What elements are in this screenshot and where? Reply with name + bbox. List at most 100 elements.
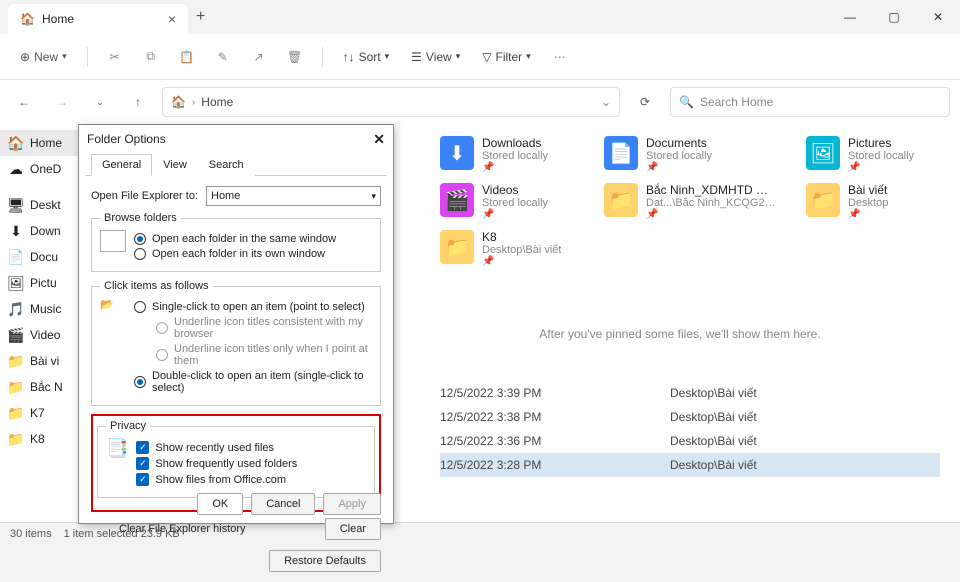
chevron-down-icon[interactable]: ⌄: [601, 95, 611, 109]
delete-button[interactable]: 🗑: [280, 42, 310, 72]
item-title: Videos: [482, 183, 548, 197]
view-button[interactable]: ☰ View ▾: [403, 46, 468, 68]
sidebar-icon: 🏠: [8, 135, 24, 151]
folder-icon: 🖼: [806, 136, 840, 170]
share-button[interactable]: ↗: [244, 42, 274, 72]
sidebar-icon: 📁: [8, 379, 24, 395]
ok-button[interactable]: OK: [197, 493, 243, 515]
open-explorer-select[interactable]: Home▾: [206, 186, 381, 206]
up-button[interactable]: ↑: [124, 88, 152, 116]
quick-access-item[interactable]: 📁K8Desktop\Bài viết📌: [440, 230, 574, 267]
titlebar: 🏠 Home × + — ▢ ✕: [0, 0, 960, 34]
pin-icon: 📌: [848, 162, 914, 173]
recent-file-row[interactable]: 12/5/2022 3:28 PMDesktop\Bài viết: [440, 453, 940, 477]
filter-button[interactable]: ▽ Filter ▾: [474, 46, 538, 68]
folder-icon: 📁: [806, 183, 840, 217]
check-frequent-folders[interactable]: ✓Show frequently used folders: [136, 457, 366, 470]
clear-button[interactable]: Clear: [325, 518, 381, 540]
recent-file-row[interactable]: 12/5/2022 3:36 PMDesktop\Bài viết: [440, 429, 940, 453]
breadcrumb-current: Home: [201, 95, 233, 109]
quick-access-item[interactable]: 📄DocumentsStored locally📌: [604, 136, 776, 173]
sidebar-item[interactable]: 📁 Bắc N: [0, 374, 79, 400]
browse-folders-legend: Browse folders: [100, 212, 181, 224]
recent-file-row[interactable]: 12/5/2022 3:38 PMDesktop\Bài viết: [440, 405, 940, 429]
window-tab[interactable]: 🏠 Home ×: [8, 4, 188, 34]
new-tab-button[interactable]: +: [196, 8, 205, 26]
quick-access-item[interactable]: ⬇DownloadsStored locally📌: [440, 136, 574, 173]
tab-view[interactable]: View: [152, 154, 198, 176]
restore-defaults-button[interactable]: Restore Defaults: [269, 550, 381, 572]
back-button[interactable]: ←: [10, 88, 38, 116]
new-button[interactable]: ⊕ New ▾: [12, 46, 75, 68]
sidebar-item-label: Music: [30, 302, 61, 316]
sidebar-item[interactable]: 📁Bài vi: [0, 348, 79, 374]
sidebar-item[interactable]: 📄Docu: [0, 244, 79, 270]
open-explorer-label: Open File Explorer to:: [91, 190, 198, 202]
chevron-down-icon: ▾: [62, 51, 67, 62]
radio-own-window[interactable]: Open each folder in its own window: [134, 248, 372, 260]
sidebar-item[interactable]: 🎬Video: [0, 322, 79, 348]
dialog-close-button[interactable]: ✕: [373, 131, 385, 148]
recent-file-row[interactable]: 12/5/2022 3:39 PMDesktop\Bài viết: [440, 381, 940, 405]
refresh-button[interactable]: ⟳: [630, 87, 660, 117]
folder-icon: [100, 230, 126, 252]
sort-button[interactable]: ↑↓ Sort ▾: [335, 46, 398, 68]
recent-locations-button[interactable]: ⌄: [86, 88, 114, 116]
sidebar-item[interactable]: 🎵Music: [0, 296, 79, 322]
sidebar-item[interactable]: 📁K7: [0, 400, 79, 426]
item-title: Documents: [646, 136, 712, 150]
quick-access-item[interactable]: 🖼PicturesStored locally📌: [806, 136, 940, 173]
recent-date: 12/5/2022 3:38 PM: [440, 410, 670, 424]
copy-button[interactable]: ⧉: [136, 42, 166, 72]
sidebar-item-label: Bắc N: [30, 380, 63, 394]
quick-access-item[interactable]: 📁Bắc Ninh_XDMHTD KTSX ...Dat...\Bắc Ninh…: [604, 183, 776, 220]
more-button[interactable]: ⋯: [545, 42, 575, 72]
forward-button[interactable]: →: [48, 88, 76, 116]
chevron-right-icon: ›: [192, 97, 195, 108]
search-input[interactable]: 🔍 Search Home: [670, 87, 950, 117]
rename-button[interactable]: ✎: [208, 42, 238, 72]
sidebar-icon: 🎬: [8, 327, 24, 343]
empty-pinned-message: After you've pinned some files, we'll sh…: [440, 327, 920, 341]
quick-access-item[interactable]: 📁Bài viếtDesktop📌: [806, 183, 940, 220]
radio-same-window[interactable]: Open each folder in the same window: [134, 233, 372, 245]
cut-button[interactable]: ✂: [100, 42, 130, 72]
item-subtitle: Stored locally: [482, 150, 548, 162]
sidebar-icon: 📁: [8, 353, 24, 369]
radio-single-click[interactable]: Single-click to open an item (point to s…: [134, 301, 372, 313]
folder-icon: 📁: [604, 183, 638, 217]
click-items-legend: Click items as follows: [100, 280, 213, 292]
tab-close-icon[interactable]: ×: [168, 11, 176, 27]
check-recent-files[interactable]: ✓Show recently used files: [136, 441, 366, 454]
sidebar-item[interactable]: ⬇Down: [0, 218, 79, 244]
funnel-icon: ▽: [482, 50, 491, 64]
sidebar-item-label: OneD: [30, 162, 61, 176]
recent-date: 12/5/2022 3:28 PM: [440, 458, 670, 472]
maximize-button[interactable]: ▢: [872, 0, 916, 34]
folder-icon: 📄: [604, 136, 638, 170]
minimize-button[interactable]: —: [828, 0, 872, 34]
radio-underline-point: Underline icon titles only when I point …: [156, 343, 372, 367]
apply-button[interactable]: Apply: [323, 493, 381, 515]
recent-date: 12/5/2022 3:39 PM: [440, 386, 670, 400]
quick-access-item[interactable]: 🎬VideosStored locally📌: [440, 183, 574, 220]
tab-search[interactable]: Search: [198, 154, 255, 176]
pin-icon: 📌: [646, 209, 776, 220]
sidebar-item-label: Docu: [30, 250, 58, 264]
sidebar-item[interactable]: 🖼Pictu: [0, 270, 79, 296]
breadcrumb[interactable]: 🏠 › Home ⌄: [162, 87, 620, 117]
close-button[interactable]: ✕: [916, 0, 960, 34]
sidebar-item[interactable]: 🖥Deskt: [0, 192, 79, 218]
sidebar-item-label: K7: [30, 406, 45, 420]
tab-general[interactable]: General: [91, 154, 152, 176]
paste-button[interactable]: 📋: [172, 42, 202, 72]
clear-history-label: Clear File Explorer history: [119, 523, 246, 535]
sidebar-item[interactable]: ☁OneD: [0, 156, 79, 182]
sidebar-item[interactable]: 🏠Home: [0, 130, 79, 156]
plus-icon: ⊕: [20, 50, 30, 64]
cancel-button[interactable]: Cancel: [251, 493, 315, 515]
radio-double-click[interactable]: Double-click to open an item (single-cli…: [134, 370, 372, 394]
sidebar-item[interactable]: 📁K8: [0, 426, 79, 452]
recent-location: Desktop\Bài viết: [670, 434, 757, 448]
check-office-files[interactable]: ✓Show files from Office.com: [136, 473, 366, 486]
